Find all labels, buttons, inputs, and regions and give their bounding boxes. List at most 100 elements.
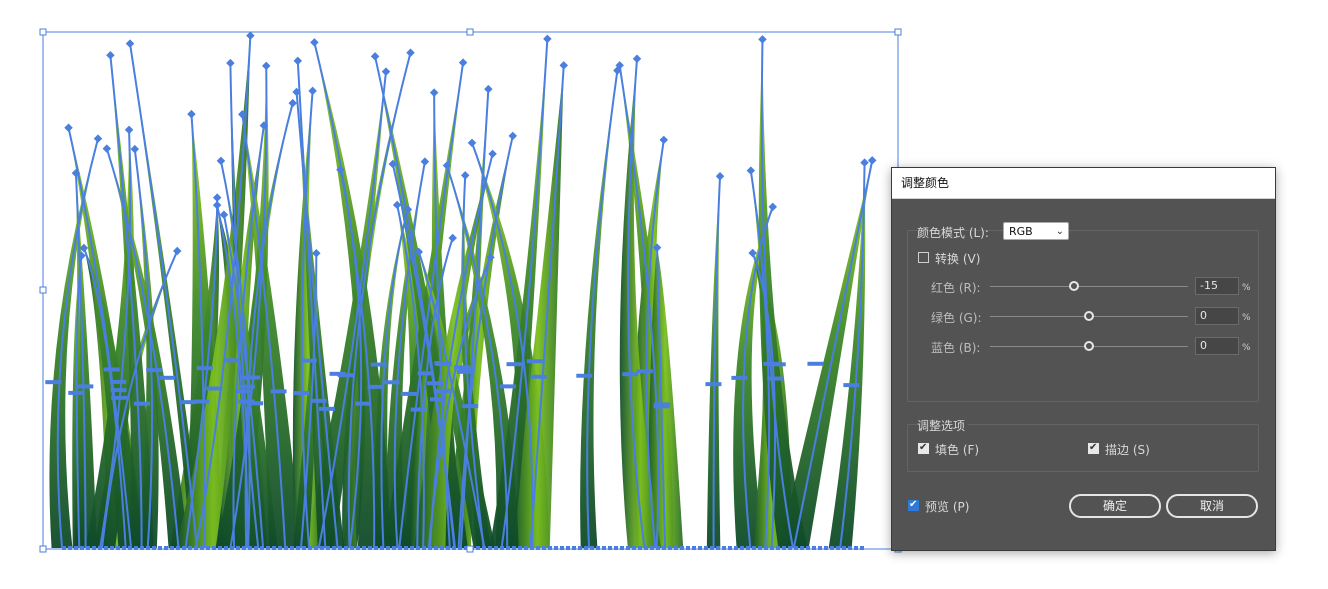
ok-button[interactable]: 确定 xyxy=(1069,494,1161,518)
anchor-point[interactable] xyxy=(860,158,869,167)
anchor-point[interactable] xyxy=(768,202,778,212)
anchor-handle[interactable] xyxy=(45,380,62,385)
anchor-point[interactable] xyxy=(310,38,319,47)
anchor-handle[interactable] xyxy=(506,362,523,367)
anchor-point[interactable] xyxy=(715,172,725,181)
anchor-handle[interactable] xyxy=(329,371,346,376)
anchor-point[interactable] xyxy=(293,56,303,66)
anchor-point[interactable] xyxy=(130,144,140,154)
anchor-point[interactable] xyxy=(106,51,115,60)
anchor-handle[interactable] xyxy=(367,384,384,389)
stroke-label[interactable]: 描边 (S) xyxy=(1105,441,1150,458)
anchor-point[interactable] xyxy=(632,54,642,63)
blue-slider-thumb[interactable] xyxy=(1084,341,1094,351)
anchor-handle[interactable] xyxy=(247,401,264,406)
anchor-handle[interactable] xyxy=(206,386,223,391)
anchor-point[interactable] xyxy=(226,58,235,68)
anchor-handle[interactable] xyxy=(196,366,213,371)
anchor-point[interactable] xyxy=(172,246,182,256)
anchor-handle[interactable] xyxy=(427,381,444,386)
anchor-point[interactable] xyxy=(448,233,457,243)
anchor-handle[interactable] xyxy=(270,389,287,394)
anchor-handle[interactable] xyxy=(499,384,516,389)
anchor-handle[interactable] xyxy=(843,383,860,388)
anchor-point[interactable] xyxy=(312,248,321,258)
anchor-handle[interactable] xyxy=(293,391,310,396)
anchor-point[interactable] xyxy=(746,166,756,175)
anchor-point[interactable] xyxy=(64,123,73,133)
grass-blade[interactable] xyxy=(580,70,618,549)
anchor-handle[interactable] xyxy=(146,368,163,373)
anchor-handle[interactable] xyxy=(370,362,387,367)
blue-value-input[interactable]: 0 xyxy=(1195,337,1239,355)
anchor-point[interactable] xyxy=(187,109,196,119)
anchor-point[interactable] xyxy=(559,61,569,70)
stroke-checkbox[interactable]: ✔ xyxy=(1088,442,1099,454)
fill-label[interactable]: 填色 (F) xyxy=(935,441,979,458)
anchor-handle[interactable] xyxy=(576,373,593,378)
bounding-box-handle[interactable] xyxy=(39,286,47,294)
anchor-point[interactable] xyxy=(429,88,439,97)
anchor-point[interactable] xyxy=(308,86,317,96)
anchor-point[interactable] xyxy=(467,138,477,148)
anchor-handle[interactable] xyxy=(223,358,240,363)
preview-label[interactable]: 预览 (P) xyxy=(925,498,969,515)
anchor-handle[interactable] xyxy=(111,395,128,400)
anchor-point[interactable] xyxy=(381,67,391,76)
anchor-handle[interactable] xyxy=(383,380,400,385)
anchor-point[interactable] xyxy=(458,58,468,67)
red-slider-track[interactable] xyxy=(990,286,1188,287)
anchor-handle[interactable] xyxy=(526,359,543,364)
anchor-handle[interactable] xyxy=(530,374,547,379)
anchor-handle[interactable] xyxy=(705,382,722,387)
anchor-handle[interactable] xyxy=(807,361,824,366)
anchor-point[interactable] xyxy=(212,200,222,210)
anchor-handle[interactable] xyxy=(433,388,450,393)
anchor-handle[interactable] xyxy=(77,384,94,389)
anchor-handle[interactable] xyxy=(310,398,327,403)
anchor-handle[interactable] xyxy=(654,402,671,407)
anchor-handle[interactable] xyxy=(454,365,471,370)
anchor-handle[interactable] xyxy=(68,390,85,395)
anchor-handle[interactable] xyxy=(636,369,653,374)
anchor-point[interactable] xyxy=(102,144,112,153)
anchor-point[interactable] xyxy=(261,61,271,71)
anchor-handle[interactable] xyxy=(769,362,786,367)
anchor-point[interactable] xyxy=(219,210,229,219)
preview-checkbox[interactable]: ✔ xyxy=(908,499,919,511)
convert-checkbox[interactable] xyxy=(918,252,929,263)
green-slider-thumb[interactable] xyxy=(1084,311,1094,321)
anchor-handle[interactable] xyxy=(238,384,255,389)
bounding-box-handle[interactable] xyxy=(894,28,902,36)
anchor-point[interactable] xyxy=(659,135,669,145)
anchor-point[interactable] xyxy=(370,52,380,61)
cancel-button[interactable]: 取消 xyxy=(1166,494,1258,518)
anchor-point[interactable] xyxy=(867,156,877,165)
anchor-point[interactable] xyxy=(246,31,255,40)
anchor-point[interactable] xyxy=(543,34,552,44)
anchor-point[interactable] xyxy=(488,149,497,159)
anchor-handle[interactable] xyxy=(159,375,176,380)
anchor-handle[interactable] xyxy=(400,391,417,396)
anchor-handle[interactable] xyxy=(456,369,473,374)
anchor-handle[interactable] xyxy=(355,401,372,406)
anchor-point[interactable] xyxy=(125,39,135,48)
anchor-point[interactable] xyxy=(288,98,297,108)
anchor-handle[interactable] xyxy=(622,372,639,377)
anchor-handle[interactable] xyxy=(180,400,197,405)
anchor-point[interactable] xyxy=(748,248,757,258)
convert-label[interactable]: 转换 (V) xyxy=(935,250,980,267)
bounding-box-handle[interactable] xyxy=(39,28,47,36)
fill-checkbox[interactable]: ✔ xyxy=(918,442,929,454)
anchor-point[interactable] xyxy=(124,125,134,135)
bounding-box-handle[interactable] xyxy=(466,28,474,36)
color-mode-select[interactable]: RGB ⌄ xyxy=(1003,222,1069,240)
anchor-handle[interactable] xyxy=(462,404,479,409)
anchor-point[interactable] xyxy=(406,48,415,57)
red-value-input[interactable]: -15 xyxy=(1195,277,1239,295)
anchor-point[interactable] xyxy=(216,156,226,166)
anchor-handle[interactable] xyxy=(410,407,427,412)
anchor-handle[interactable] xyxy=(731,375,748,380)
anchor-handle[interactable] xyxy=(767,376,784,381)
anchor-point[interactable] xyxy=(758,35,767,44)
